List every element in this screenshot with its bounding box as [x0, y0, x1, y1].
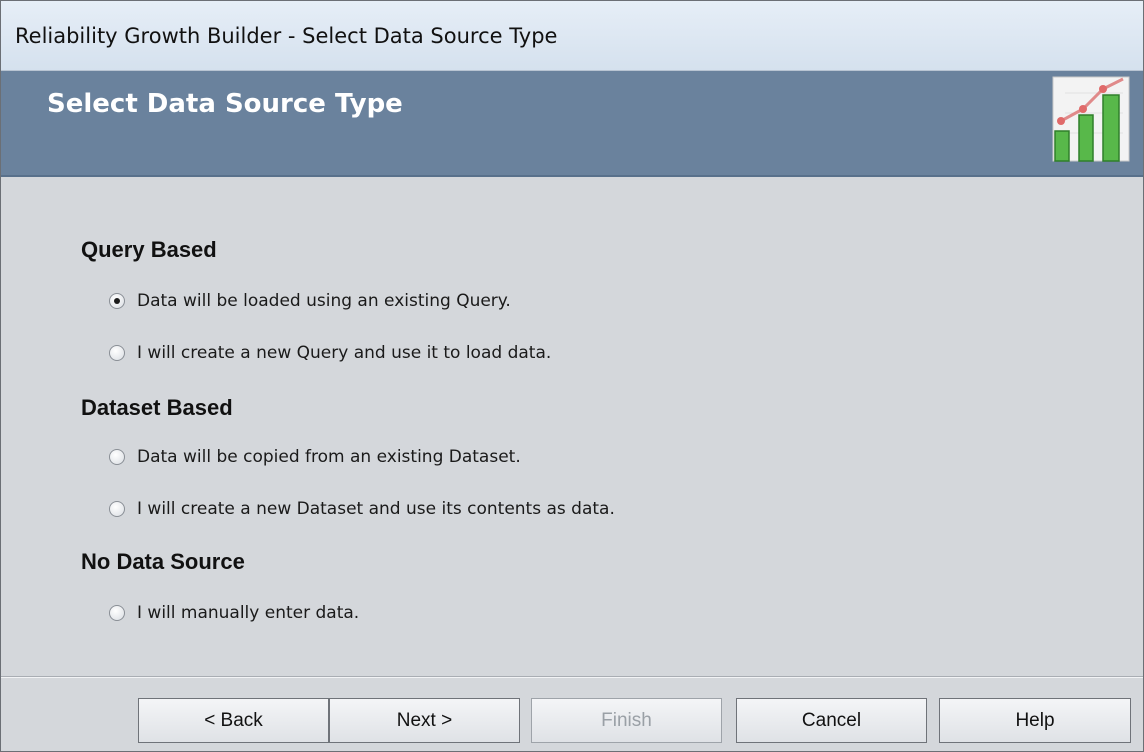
radio-button[interactable]: [109, 449, 125, 465]
radio-button-selected[interactable]: [109, 293, 125, 309]
group-heading-no-data-source: No Data Source: [81, 549, 245, 574]
wizard-header: Select Data Source Type: [1, 71, 1143, 177]
next-button[interactable]: Next >: [329, 698, 520, 743]
group-heading-query-based: Query Based: [81, 237, 217, 262]
wizard-content: Query Based Data will be loaded using an…: [1, 177, 1143, 675]
option-new-query[interactable]: I will create a new Query and use it to …: [109, 343, 551, 363]
wizard-window: Reliability Growth Builder - Select Data…: [0, 0, 1144, 752]
title-bar[interactable]: Reliability Growth Builder - Select Data…: [1, 1, 1143, 71]
growth-chart-icon: [1052, 76, 1130, 162]
page-title: Select Data Source Type: [47, 89, 403, 119]
option-label: I will create a new Dataset and use its …: [137, 499, 615, 519]
help-button[interactable]: Help: [939, 698, 1131, 743]
window-title: Reliability Growth Builder - Select Data…: [15, 23, 558, 48]
option-label: Data will be loaded using an existing Qu…: [137, 291, 511, 311]
cancel-button[interactable]: Cancel: [736, 698, 927, 743]
radio-button[interactable]: [109, 345, 125, 361]
option-existing-query[interactable]: Data will be loaded using an existing Qu…: [109, 291, 511, 311]
group-heading-dataset-based: Dataset Based: [81, 395, 233, 420]
option-label: I will create a new Query and use it to …: [137, 343, 552, 363]
wizard-footer: < Back Next > Finish Cancel Help: [1, 676, 1143, 751]
radio-button[interactable]: [109, 605, 125, 621]
option-manual-entry[interactable]: I will manually enter data.: [109, 603, 359, 623]
option-existing-dataset[interactable]: Data will be copied from an existing Dat…: [109, 447, 521, 467]
back-button[interactable]: < Back: [138, 698, 329, 743]
radio-button[interactable]: [109, 501, 125, 517]
option-new-dataset[interactable]: I will create a new Dataset and use its …: [109, 499, 615, 519]
option-label: Data will be copied from an existing Dat…: [137, 447, 521, 467]
finish-button[interactable]: Finish: [531, 698, 722, 743]
option-label: I will manually enter data.: [137, 603, 360, 623]
